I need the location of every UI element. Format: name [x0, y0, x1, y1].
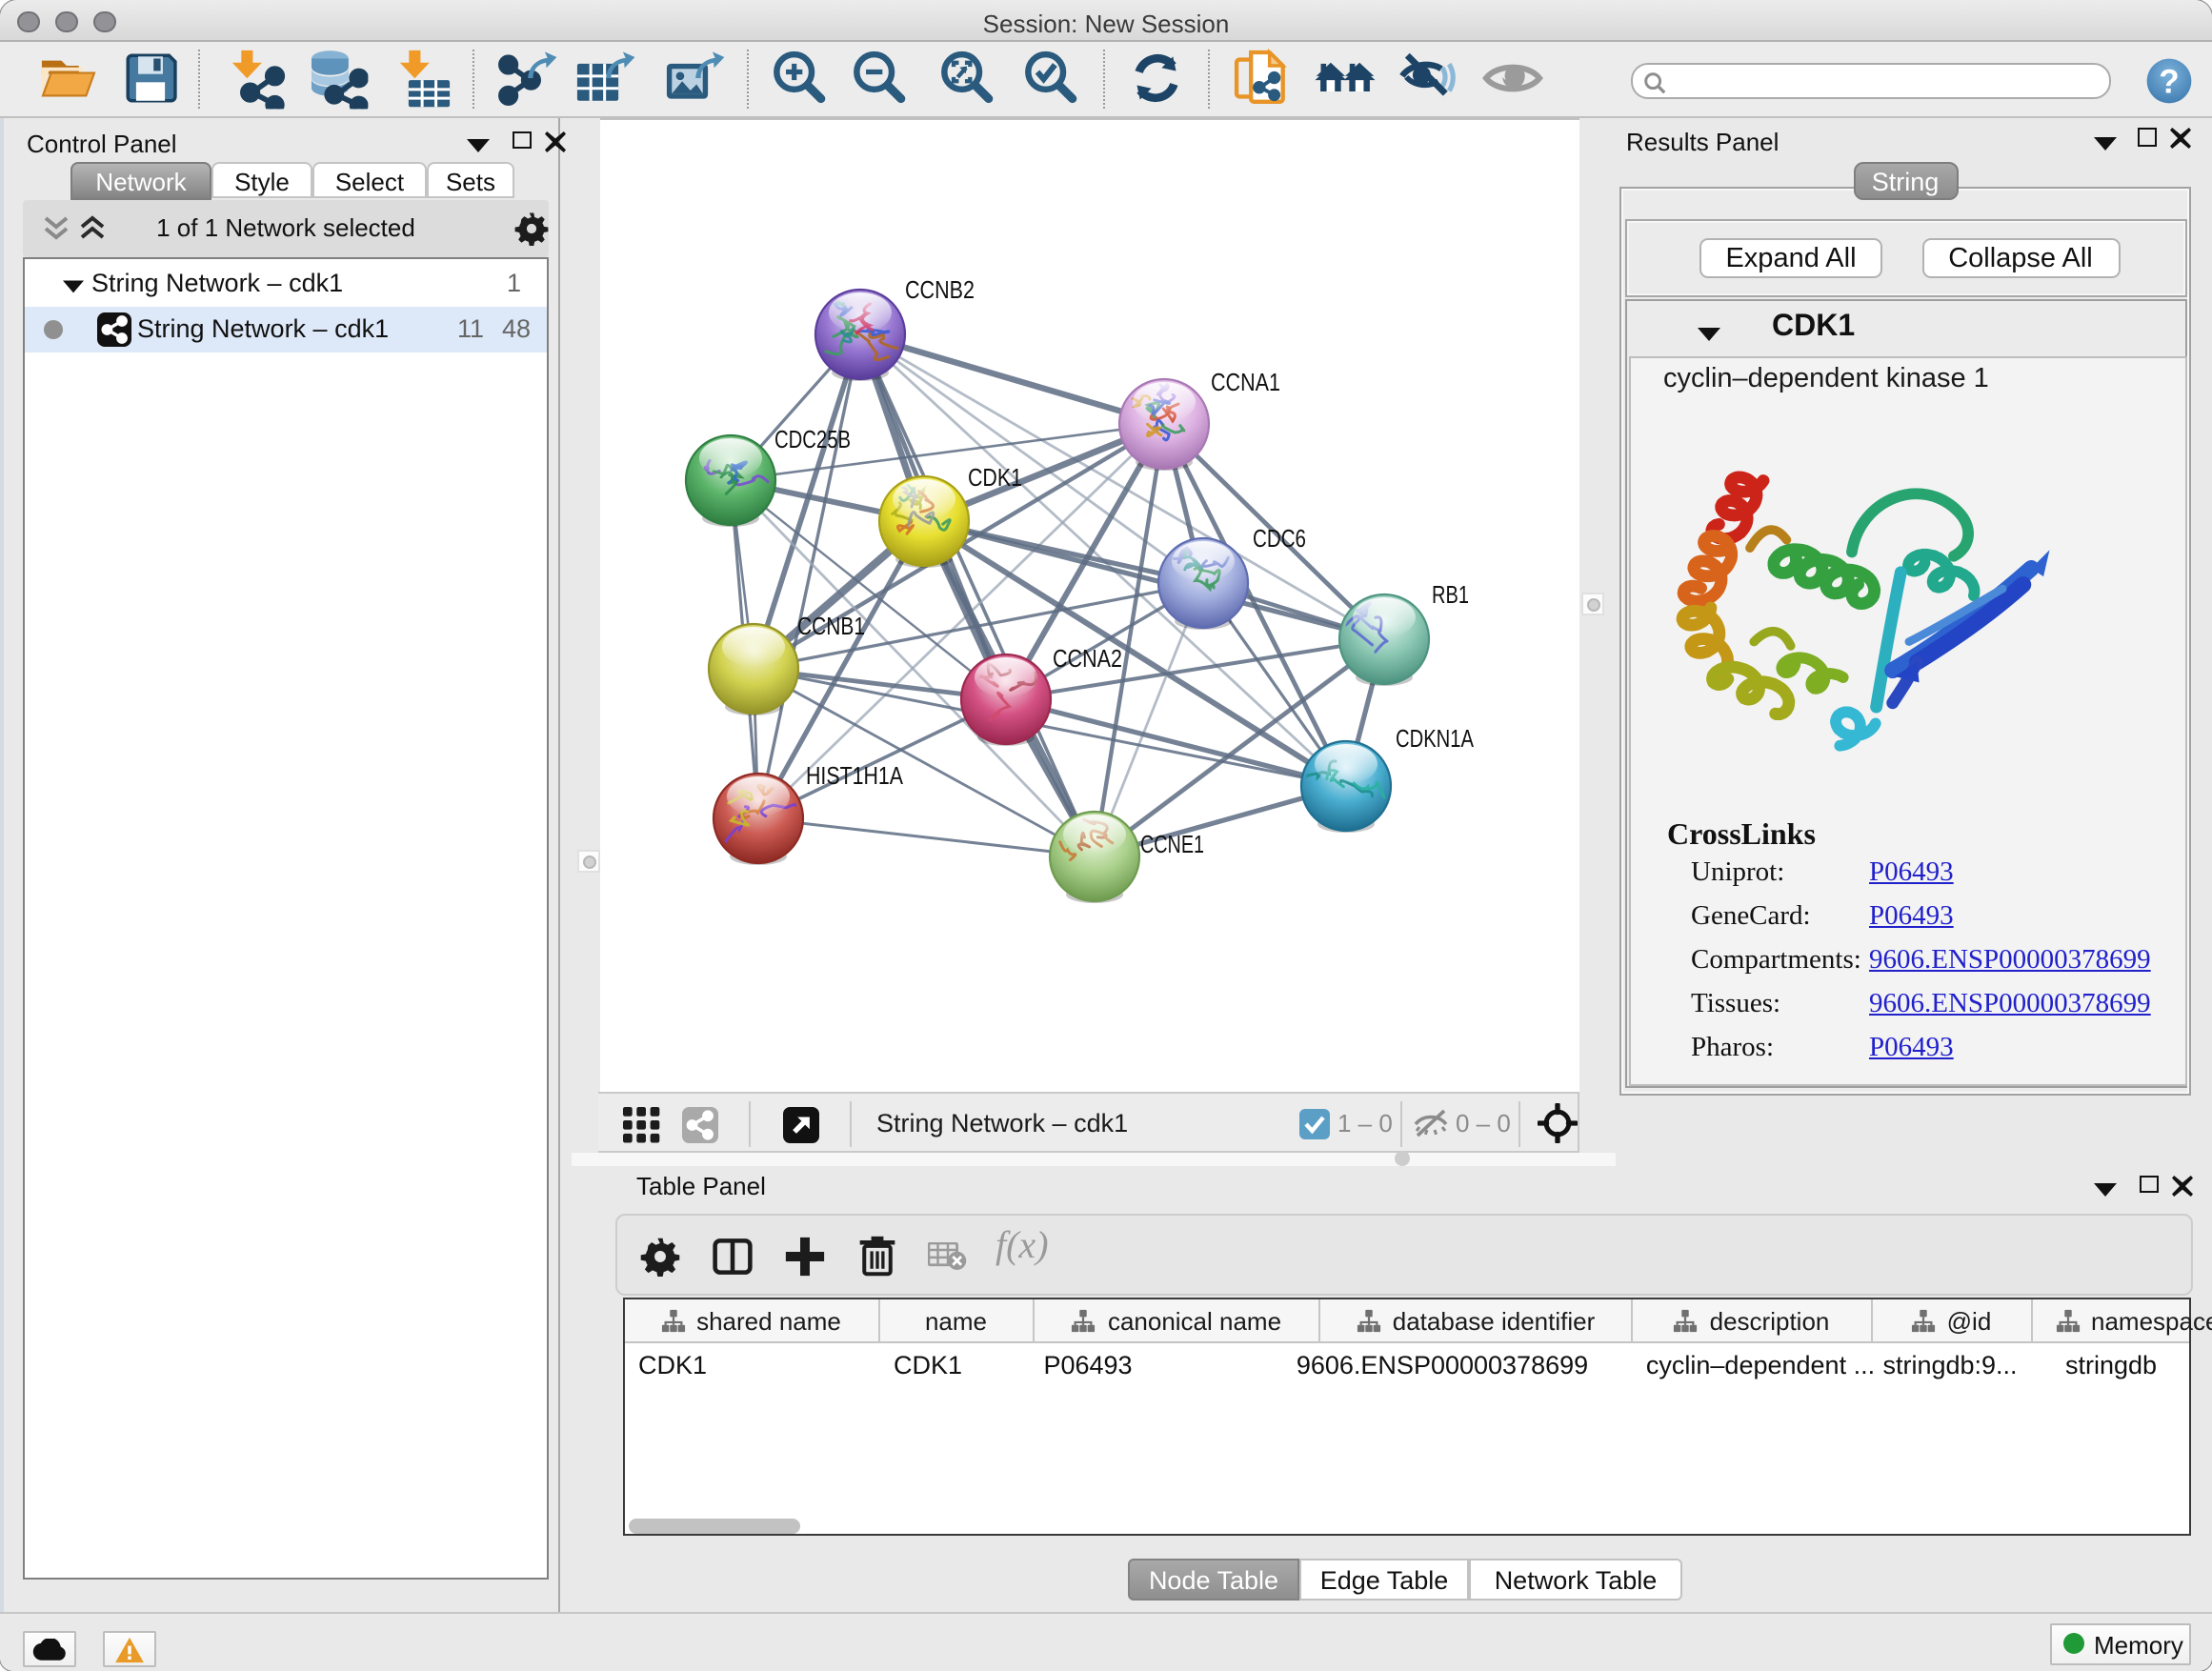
- svg-text:CDC25B: CDC25B: [774, 427, 851, 453]
- svg-text:CCNB1: CCNB1: [797, 614, 865, 640]
- svg-text:?: ?: [2159, 64, 2179, 101]
- svg-text:CDC6: CDC6: [1253, 526, 1306, 553]
- svg-text:CDKN1A: CDKN1A: [1396, 726, 1475, 753]
- svg-text:CCNE1: CCNE1: [1140, 832, 1204, 858]
- svg-text:CCNB2: CCNB2: [905, 277, 975, 304]
- svg-text:CDK1: CDK1: [968, 465, 1022, 492]
- svg-text:RB1: RB1: [1432, 582, 1469, 609]
- svg-text:CCNA2: CCNA2: [1053, 646, 1122, 673]
- svg-text:CCNA1: CCNA1: [1211, 370, 1280, 396]
- svg-text:HIST1H1A: HIST1H1A: [806, 763, 904, 790]
